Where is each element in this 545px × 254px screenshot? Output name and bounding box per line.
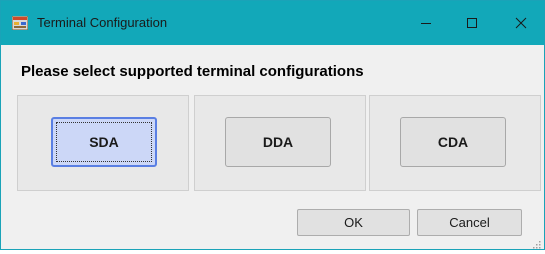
cancel-button[interactable]: Cancel xyxy=(417,209,522,236)
sda-button[interactable]: SDA xyxy=(51,117,157,167)
resize-grip-icon[interactable] xyxy=(531,236,541,249)
close-icon xyxy=(515,17,527,29)
maximize-icon xyxy=(467,18,477,28)
dda-button[interactable]: DDA xyxy=(225,117,331,167)
title-bar[interactable]: Terminal Configuration xyxy=(1,1,544,45)
terminal-configuration-window: Terminal Configuration Please select sup… xyxy=(0,0,545,250)
app-icon xyxy=(11,15,29,31)
window-title: Terminal Configuration xyxy=(37,15,168,30)
sda-panel: SDA xyxy=(17,95,189,191)
cda-button[interactable]: CDA xyxy=(400,117,506,167)
minimize-icon xyxy=(421,23,431,24)
maximize-button[interactable] xyxy=(449,1,495,45)
ok-button[interactable]: OK xyxy=(297,209,410,236)
minimize-button[interactable] xyxy=(403,1,449,45)
dda-panel: DDA xyxy=(194,95,366,191)
instruction-heading: Please select supported terminal configu… xyxy=(21,63,364,80)
close-button[interactable] xyxy=(498,1,544,45)
cda-panel: CDA xyxy=(369,95,541,191)
